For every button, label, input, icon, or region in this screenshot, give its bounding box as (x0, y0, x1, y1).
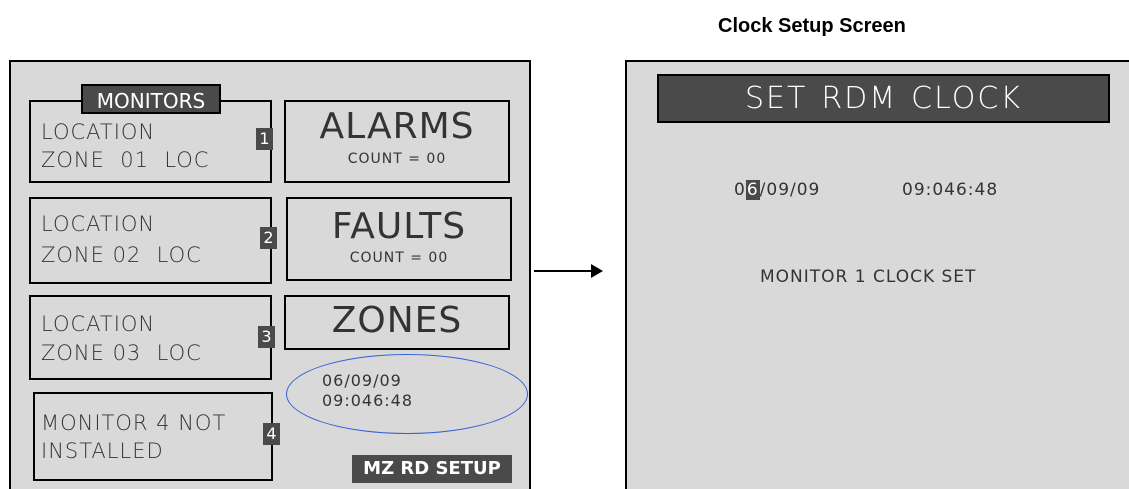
clock-date-field[interactable]: 06/09/09 (734, 180, 820, 200)
monitor-3-location-label: LOCATION (41, 312, 156, 336)
faults-count: COUNT = 00 (349, 250, 449, 266)
monitor-3-number: 3 (258, 326, 275, 348)
arrow-right-icon (591, 264, 603, 278)
set-rdm-clock-header: SET RDM CLOCK (657, 74, 1110, 123)
monitor-1-location-label: LOCATION (41, 120, 156, 144)
monitor-2-location-label: LOCATION (41, 212, 156, 236)
monitor-1-zone-label: ZONE 01 LOC (41, 148, 210, 172)
clock-setup-title: Clock Setup Screen (718, 15, 906, 37)
header-word-clock: CLOCK (911, 81, 1022, 116)
monitors-tab-label: MONITORS (81, 84, 221, 114)
left-time-display[interactable]: 09:046:48 (322, 392, 413, 410)
monitor-4-status-line2: INSTALLED (41, 439, 164, 463)
monitor-2-zone-label: ZONE 02 LOC (41, 243, 202, 267)
clock-time-field[interactable]: 09:046:48 (902, 180, 998, 200)
header-word-rdm: RDM (821, 81, 898, 116)
date-edit-cursor[interactable]: 6 (745, 180, 760, 200)
zones-label: ZONES (331, 300, 463, 341)
monitor-1-number: 1 (256, 128, 273, 150)
monitor-3-zone-label: ZONE 03 LOC (41, 341, 202, 365)
clock-set-status: MONITOR 1 CLOCK SET (760, 267, 977, 287)
date-prefix: 0 (734, 180, 746, 200)
transition-arrow-line (534, 270, 594, 272)
monitor-4-status-line1: MONITOR 4 NOT (41, 411, 227, 435)
alarms-count: COUNT = 00 (347, 151, 447, 167)
alarms-label: ALARMS (319, 106, 475, 147)
left-date-display[interactable]: 06/09/09 (322, 372, 402, 390)
header-word-set: SET (745, 81, 808, 116)
date-suffix: /09/09 (759, 180, 821, 200)
mz-rd-setup-button[interactable]: MZ RD SETUP (352, 455, 512, 483)
monitor-2-number: 2 (260, 227, 277, 249)
monitor-4-number: 4 (263, 423, 280, 445)
faults-label: FAULTS (331, 206, 467, 247)
